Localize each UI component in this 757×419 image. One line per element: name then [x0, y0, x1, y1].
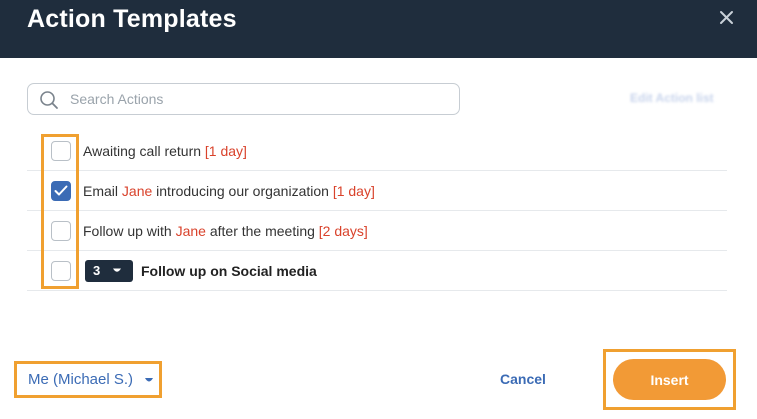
action-group-label: Follow up on Social media — [141, 263, 317, 279]
action-text: Email — [83, 183, 122, 199]
action-list: Awaiting call return [1 day] Email Jane … — [27, 131, 727, 291]
action-group-row[interactable]: 3 Follow up on Social media — [27, 251, 727, 291]
action-row[interactable]: Email Jane introducing our organization … — [27, 171, 727, 211]
dialog-header: Action Templates — [0, 0, 757, 58]
action-text: Awaiting call return — [83, 143, 205, 159]
search-icon — [40, 91, 58, 109]
close-icon — [720, 11, 733, 24]
dialog-title: Action Templates — [27, 5, 237, 33]
caret-down-icon — [145, 378, 153, 382]
action-row[interactable]: Awaiting call return [1 day] — [27, 131, 727, 171]
caret-down-icon — [113, 268, 121, 272]
action-duration: [1 day] — [204, 143, 247, 159]
action-text: Follow up with — [83, 223, 176, 239]
action-label: Follow up with Jane after the meeting [2… — [83, 223, 368, 239]
action-text: after the meeting — [205, 223, 319, 239]
contact-name: Jane — [175, 223, 206, 239]
action-duration: [2 days] — [318, 223, 368, 239]
action-checkbox-checked[interactable] — [51, 181, 71, 201]
action-checkbox[interactable] — [51, 141, 71, 161]
owner-label: Me (Michael S.) — [28, 371, 134, 388]
owner-dropdown[interactable]: Me (Michael S.) — [14, 361, 162, 398]
cancel-button[interactable]: Cancel — [500, 371, 546, 387]
search-box — [27, 83, 460, 115]
action-group-checkbox[interactable] — [51, 261, 71, 281]
action-duration: [1 day] — [332, 183, 375, 199]
action-text: introducing our organization — [152, 183, 333, 199]
action-count-dropdown[interactable]: 3 — [85, 260, 133, 282]
search-input[interactable] — [70, 88, 450, 110]
edit-action-list-link[interactable]: Edit Action list — [630, 91, 714, 105]
contact-name: Jane — [121, 183, 153, 199]
insert-button[interactable]: Insert — [613, 359, 726, 400]
action-label: Email Jane introducing our organization … — [83, 183, 375, 199]
action-row[interactable]: Follow up with Jane after the meeting [2… — [27, 211, 727, 251]
action-templates-dialog: Action Templates Edit Action list Awaiti… — [0, 0, 757, 419]
action-count: 3 — [93, 263, 101, 278]
action-checkbox[interactable] — [51, 221, 71, 241]
checkmark-icon — [54, 185, 68, 196]
close-button[interactable] — [716, 7, 738, 29]
action-label: Awaiting call return [1 day] — [83, 143, 247, 159]
